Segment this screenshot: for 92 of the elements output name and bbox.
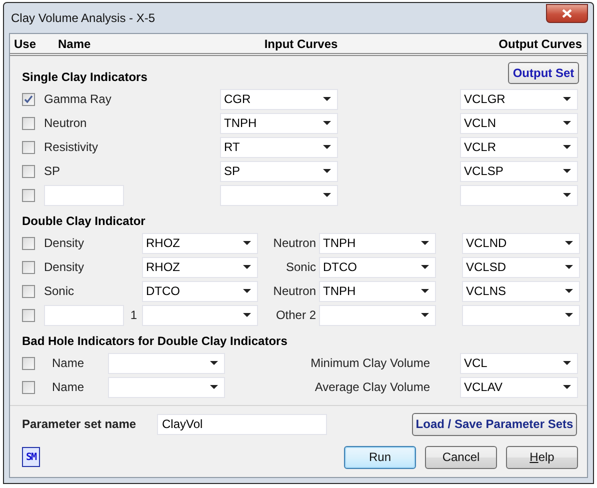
dropdown[interactable]: TNPH (319, 232, 436, 254)
dropdown-caret-icon (243, 241, 251, 245)
name-field[interactable] (44, 304, 124, 326)
checkbox[interactable] (22, 188, 35, 202)
dropdown-caret-icon (421, 265, 429, 269)
dropdown-caret-icon (210, 385, 218, 389)
dropdown[interactable]: DTCO (319, 256, 436, 278)
indicator-name: Sonic (284, 260, 316, 274)
checkbox[interactable] (22, 356, 35, 370)
checkbox[interactable] (22, 140, 35, 154)
parameter-set-field[interactable]: ClayVol (157, 414, 327, 434)
checkbox[interactable] (22, 380, 35, 394)
dropdown-caret-icon (323, 193, 331, 197)
dropdown[interactable]: SP (220, 160, 338, 182)
indicator-name: Neutron (272, 284, 316, 298)
indicator-name: Density (44, 236, 86, 250)
dropdown-caret-icon (565, 313, 573, 317)
indicator-name: Resistivity (44, 140, 100, 154)
dropdown-caret-icon (323, 121, 331, 125)
dropdown-caret-icon (565, 241, 573, 245)
section-title: Bad Hole Indicators for Double Clay Indicators (22, 334, 288, 348)
indicator-name: Gamma Ray (44, 92, 112, 106)
indicator-name: Name (52, 356, 86, 370)
dropdown[interactable]: DTCO (142, 280, 258, 302)
dropdown[interactable]: VCLAV (460, 376, 578, 398)
close-icon (562, 8, 572, 18)
dropdown-caret-icon (243, 289, 251, 293)
dropdown-caret-icon (563, 361, 571, 365)
logo: SM (22, 447, 40, 467)
dropdown[interactable]: CGR (220, 88, 338, 110)
dropdown-caret-icon (565, 289, 573, 293)
dropdown-caret-icon (563, 169, 571, 173)
dropdown-caret-icon (421, 289, 429, 293)
indicator-name: Other 2 (274, 308, 316, 322)
column-heading: Name (58, 36, 92, 50)
checkbox[interactable] (22, 116, 35, 130)
dropdown[interactable]: RHOZ (142, 232, 258, 254)
dropdown-caret-icon (421, 313, 429, 317)
column-heading: Input Curves (263, 36, 339, 50)
column-heading: Use (13, 36, 38, 50)
dropdown[interactable]: TNPH (319, 280, 436, 302)
indicator-name: Neutron (44, 116, 88, 130)
dropdown-caret-icon (323, 145, 331, 149)
dropdown[interactable]: VCLNS (462, 280, 580, 302)
dropdown-caret-icon (563, 97, 571, 101)
dropdown-caret-icon (563, 145, 571, 149)
dropdown-caret-icon (563, 385, 571, 389)
dropdown[interactable]: VCLSD (462, 256, 580, 278)
dropdown-caret-icon (565, 265, 573, 269)
indicator-name: Sonic (44, 284, 76, 298)
indicator-name: Density (44, 260, 86, 274)
close-button[interactable] (546, 4, 588, 22)
dropdown-caret-icon (243, 265, 251, 269)
dropdown[interactable]: VCLSP (460, 160, 578, 182)
checkbox[interactable] (22, 284, 35, 298)
dialog-button[interactable]: Cancel (425, 446, 497, 468)
dialog-button[interactable]: Help (506, 446, 578, 468)
section-title: Single Clay Indicators (22, 70, 148, 84)
index-label: 1 (129, 308, 137, 322)
checkbox[interactable] (22, 260, 35, 274)
volume-label: Minimum Clay Volume (310, 356, 430, 370)
dropdown[interactable]: TNPH (220, 112, 338, 134)
name-field[interactable] (44, 184, 124, 206)
checkbox[interactable] (22, 164, 35, 178)
dialog-button[interactable]: Run (344, 446, 416, 468)
dropdown-caret-icon (421, 241, 429, 245)
dropdown[interactable]: VCLN (460, 112, 578, 134)
dropdown[interactable]: RHOZ (142, 256, 258, 278)
dropdown[interactable]: RT (220, 136, 338, 158)
load-save-button[interactable]: Load / Save Parameter Sets (412, 412, 577, 436)
dropdown-caret-icon (563, 121, 571, 125)
indicator-name: Name (52, 380, 86, 394)
dropdown-caret-icon (210, 361, 218, 365)
checkbox[interactable] (22, 92, 35, 106)
checkbox[interactable] (22, 308, 35, 322)
dropdown-caret-icon (243, 313, 251, 317)
section-title: Double Clay Indicator (22, 214, 146, 228)
parameter-set-label: Parameter set name (22, 417, 138, 431)
dropdown[interactable]: VCLGR (460, 88, 578, 110)
dropdown[interactable]: VCL (460, 352, 578, 374)
checkbox[interactable] (22, 236, 35, 250)
volume-label: Average Clay Volume (314, 380, 430, 394)
indicator-name: Neutron (272, 236, 316, 250)
column-heading: Output Curves (498, 36, 582, 50)
dropdown-caret-icon (563, 193, 571, 197)
dropdown[interactable]: VCLND (462, 232, 580, 254)
dropdown-caret-icon (323, 97, 331, 101)
dropdown[interactable]: VCLR (460, 136, 578, 158)
indicator-name: SP (44, 164, 62, 178)
output-set-button[interactable]: Output Set (508, 62, 579, 84)
dropdown-caret-icon (323, 169, 331, 173)
window-title: Clay Volume Analysis - X-5 (10, 11, 156, 25)
